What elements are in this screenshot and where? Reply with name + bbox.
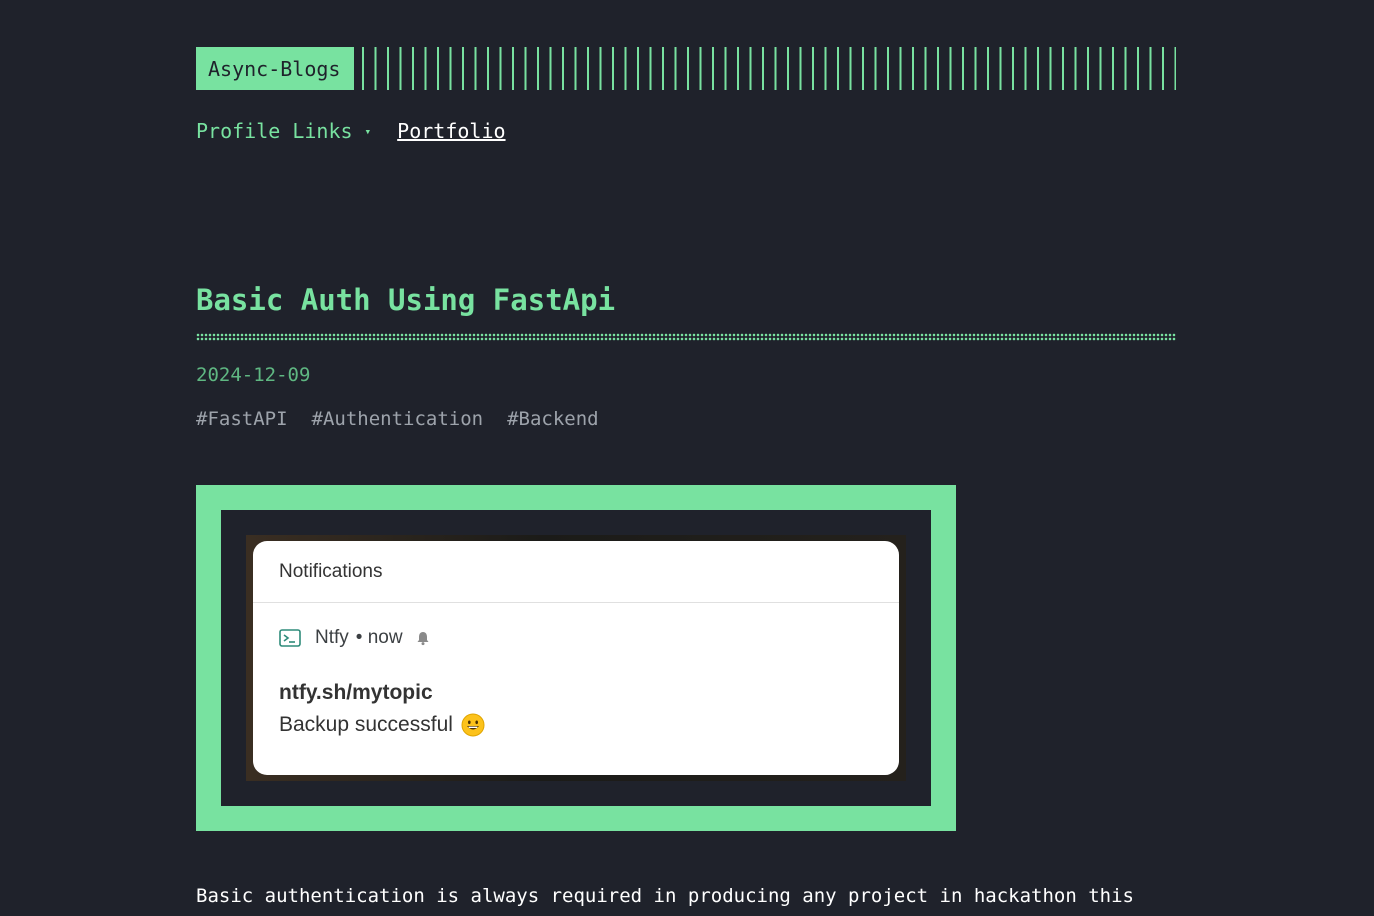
notification-card: Notifications Ntfy • now ntfy.sh/mytopic bbox=[253, 541, 899, 775]
site-header: Async-Blogs bbox=[196, 47, 1176, 90]
caret-down-icon: ▾ bbox=[364, 124, 372, 138]
terminal-icon bbox=[279, 629, 301, 647]
portfolio-link[interactable]: Portfolio bbox=[397, 119, 505, 143]
notification-app-row: Ntfy • now bbox=[279, 627, 431, 649]
tag-backend[interactable]: #Backend bbox=[507, 406, 599, 432]
grinning-face-icon bbox=[461, 713, 485, 737]
title-dotted-underline bbox=[196, 333, 1176, 341]
notification-app-name: Ntfy bbox=[315, 627, 349, 648]
tag-fastapi[interactable]: #FastAPI bbox=[196, 406, 288, 432]
header-stripes-decoration bbox=[362, 47, 1176, 90]
notification-topic: ntfy.sh/mytopic bbox=[279, 681, 433, 704]
profile-links-dropdown[interactable]: Profile Links ▾ bbox=[196, 119, 371, 143]
tag-authentication[interactable]: #Authentication bbox=[312, 406, 484, 432]
notification-message: Backup successful bbox=[279, 713, 453, 736]
post-figure-frame: Notifications Ntfy • now ntfy.sh/mytopic bbox=[196, 485, 956, 831]
main-nav: Profile Links ▾ Portfolio bbox=[196, 117, 506, 145]
post-figure-mat: Notifications Ntfy • now ntfy.sh/mytopic bbox=[221, 510, 931, 806]
notification-screenshot-image: Notifications Ntfy • now ntfy.sh/mytopic bbox=[246, 535, 906, 781]
notification-time: • now bbox=[355, 627, 403, 648]
profile-links-label: Profile Links bbox=[196, 119, 353, 143]
post-tags: #FastAPI #Authentication #Backend bbox=[196, 406, 623, 432]
bell-icon bbox=[417, 632, 429, 646]
notification-header: Notifications bbox=[253, 541, 899, 603]
post-date: 2024-12-09 bbox=[196, 364, 311, 386]
post-title: Basic Auth Using FastApi bbox=[196, 283, 616, 317]
site-logo-link[interactable]: Async-Blogs bbox=[196, 47, 355, 90]
notification-message-row: Backup successful bbox=[279, 713, 485, 737]
post-body-paragraph: Basic authentication is always required … bbox=[196, 885, 1134, 907]
